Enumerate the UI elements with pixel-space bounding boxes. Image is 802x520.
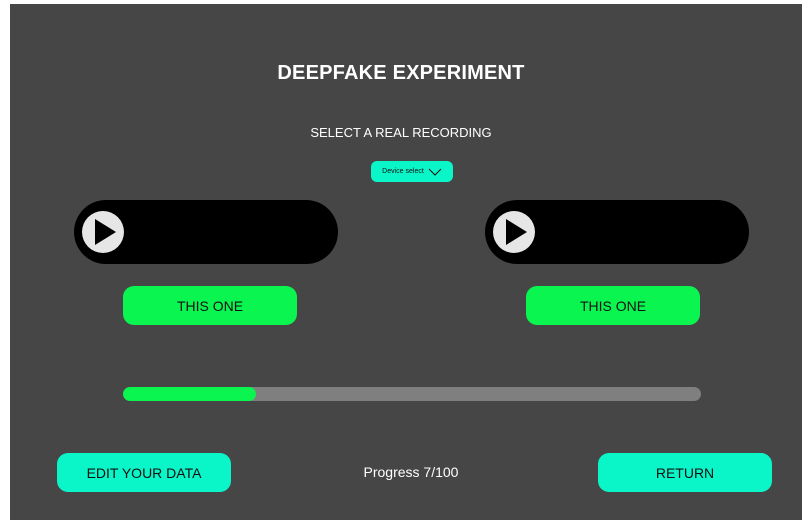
- this-one-button-left[interactable]: THIS ONE: [123, 286, 297, 325]
- play-icon: [95, 219, 116, 245]
- audio-player-left: [74, 200, 338, 264]
- page-title: DEEPFAKE EXPERIMENT: [277, 62, 525, 84]
- progress-bar-fill: [123, 387, 256, 401]
- this-one-button-right[interactable]: THIS ONE: [526, 286, 700, 325]
- edit-your-data-button[interactable]: EDIT YOUR DATA: [57, 453, 231, 492]
- play-button-left[interactable]: [82, 211, 124, 253]
- audio-player-right: [485, 200, 749, 264]
- return-button[interactable]: RETURN: [598, 453, 772, 492]
- app-screen: DEEPFAKE EXPERIMENT SELECT A REAL RECORD…: [10, 4, 802, 520]
- progress-bar: [123, 387, 701, 401]
- chevron-down-icon: [428, 168, 442, 176]
- play-icon: [506, 219, 527, 245]
- device-select-label: Device select: [382, 168, 424, 175]
- play-button-right[interactable]: [493, 211, 535, 253]
- page-subtitle: SELECT A REAL RECORDING: [310, 125, 492, 140]
- device-select-dropdown[interactable]: Device select: [371, 161, 453, 182]
- progress-label: Progress 7/100: [363, 464, 459, 480]
